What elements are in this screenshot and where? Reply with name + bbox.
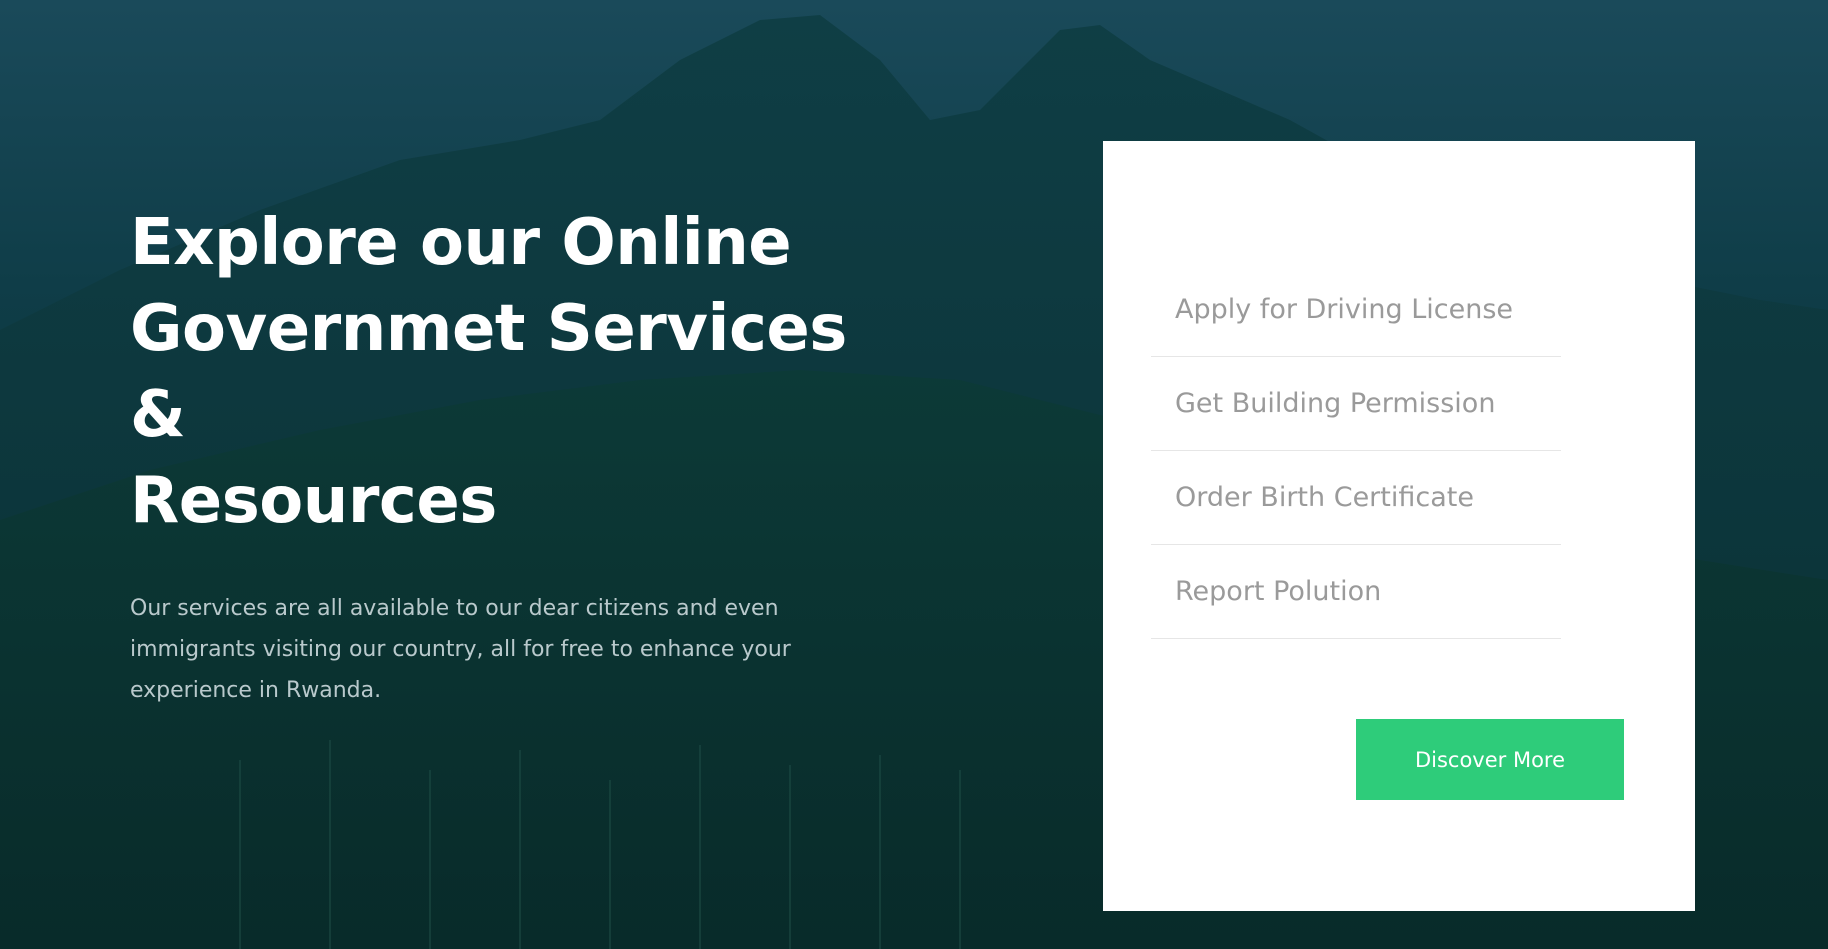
hero-title: Explore our Online Governmet Services & … <box>130 200 890 544</box>
hero-section: Explore our Online Governmet Services & … <box>0 0 1828 949</box>
hero-content: Explore our Online Governmet Services & … <box>130 200 890 703</box>
services-card: Apply for Driving License Get Building P… <box>1103 141 1695 911</box>
service-list: Apply for Driving License Get Building P… <box>1151 263 1561 639</box>
hero-description: Our services are all available to our de… <box>130 596 791 703</box>
hero-title-line-1: Explore our Online <box>130 206 792 280</box>
service-item-driving-license[interactable]: Apply for Driving License <box>1151 263 1561 357</box>
service-item-building-permission[interactable]: Get Building Permission <box>1151 357 1561 451</box>
hero-title-line-2: Governmet Services & <box>130 292 847 452</box>
discover-more-button[interactable]: Discover More <box>1356 719 1624 800</box>
hero-title-line-3: Resources <box>130 464 497 538</box>
service-item-report-pollution[interactable]: Report Polution <box>1151 545 1561 639</box>
service-item-birth-certificate[interactable]: Order Birth Certificate <box>1151 451 1561 545</box>
